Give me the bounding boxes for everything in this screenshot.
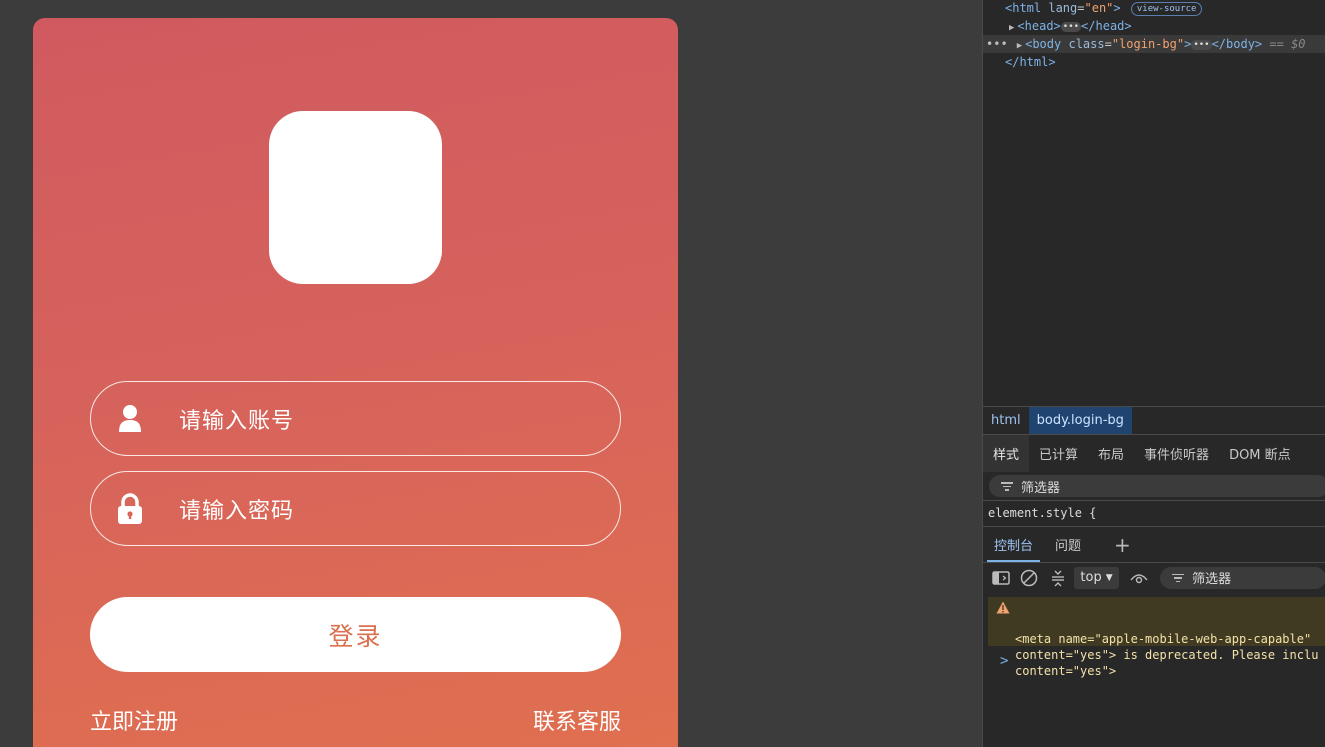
dollar-zero-ref: == $0 [1269,37,1306,51]
html-attr-name: lang [1048,1,1078,15]
console-filter-placeholder: 筛选器 [1192,572,1232,587]
add-tab-icon[interactable]: + [1092,527,1142,562]
tab-layout[interactable]: 布局 [1088,435,1134,472]
expand-triangle-icon[interactable]: ▶ [1009,23,1014,33]
dom-head-line[interactable]: ▶ <head> ••• </head> [1009,17,1132,35]
tab-computed[interactable]: 已计算 [1029,435,1088,472]
account-placeholder: 请输入账号 [179,408,295,434]
login-screen: 请输入账号 请输入密码 登录 立即注册 联系客服 [33,18,678,747]
chevron-down-icon: ▼ [1105,572,1113,583]
warning-icon [996,601,1010,614]
tab-styles[interactable]: 样式 [983,435,1030,472]
account-field[interactable]: 请输入账号 [90,381,621,456]
warning-line-1: <meta name="apple-mobile-web-app-capable… [1015,632,1312,646]
warning-line-3: content="yes"> [1015,664,1117,678]
collapse-icon[interactable] [1047,567,1068,589]
tab-console[interactable]: 控制台 [983,527,1044,562]
drawer-tabs: 控制台 问题 + [983,526,1325,562]
view-source-badge[interactable]: view-source [1130,2,1203,16]
contact-service-link[interactable]: 联系客服 [533,704,621,736]
element-style-rule[interactable]: element.style { [983,500,1325,526]
body-close-tag: </body> [1211,37,1263,51]
breadcrumb-body[interactable]: body.login-bg [1028,407,1132,434]
dom-body-line[interactable]: ••• ▶ <body class="login-bg"> ••• </body> ==… [983,35,1325,53]
styles-panel-tabs: 样式 已计算 布局 事件侦听器 DOM 断点 [983,434,1325,472]
password-placeholder: 请输入密码 [179,498,295,524]
devtools-panel: <html lang="en"> view-source ▶ <head> ••• <… [982,0,1325,747]
more-icon[interactable]: ••• [986,37,1008,51]
html-close-tag: </html> [1005,55,1056,69]
dom-tree: <html lang="en"> view-source ▶ <head> ••• <… [983,0,1325,406]
tab-dom-breakpoints[interactable]: DOM 断点 [1219,435,1301,472]
context-select[interactable]: top ▼ [1074,566,1119,589]
tab-issues[interactable]: 问题 [1044,527,1092,562]
styles-filter-placeholder: 筛选器 [1021,480,1061,496]
user-icon [117,403,143,435]
page-viewport: 请输入账号 请输入密码 登录 立即注册 联系客服 [0,0,982,747]
head-open-tag: <head> [1017,19,1061,33]
expand-triangle-icon[interactable]: ▶ [1017,41,1022,51]
password-field[interactable]: 请输入密码 [90,471,621,546]
breadcrumb-html[interactable]: html [983,407,1029,434]
tab-event-listeners[interactable]: 事件侦听器 [1134,435,1219,472]
styles-filter-input[interactable]: 筛选器 [989,475,1325,497]
app-logo [269,111,442,284]
ellipsis-icon[interactable]: ••• [1191,40,1212,50]
clear-console-icon[interactable] [1018,567,1039,589]
warning-line-2: content="yes"> is deprecated. Please inc… [1015,648,1319,662]
body-attr-value: "login-bg" [1111,37,1185,51]
filter-icon [1001,481,1013,491]
body-open-tag: <body [1025,37,1062,51]
lock-icon [117,492,143,525]
filter-icon [1172,573,1184,583]
dom-html-close-line[interactable]: </html> [1005,53,1056,71]
html-attr-value: "en" [1084,1,1114,15]
sidebar-toggle-icon[interactable] [990,567,1011,589]
console-toolbar: top ▼ 筛选器 [983,562,1325,592]
head-close-tag: </head> [1081,19,1132,33]
context-select-value: top [1080,570,1102,585]
eye-icon[interactable] [1129,567,1150,589]
html-open-tag: <html [1005,1,1042,15]
breadcrumb: html body.login-bg [983,406,1325,434]
console-filter-input[interactable]: 筛选器 [1160,566,1325,589]
ellipsis-icon[interactable]: ••• [1060,22,1082,32]
dom-html-line[interactable]: <html lang="en"> view-source [1005,0,1203,17]
body-attr-name: class [1068,37,1105,51]
console-prompt[interactable]: > [1000,653,1008,669]
login-button[interactable]: 登录 [90,597,621,672]
console-warning-message[interactable]: <meta name="apple-mobile-web-app-capable… [988,597,1325,678]
register-link[interactable]: 立即注册 [90,704,178,736]
